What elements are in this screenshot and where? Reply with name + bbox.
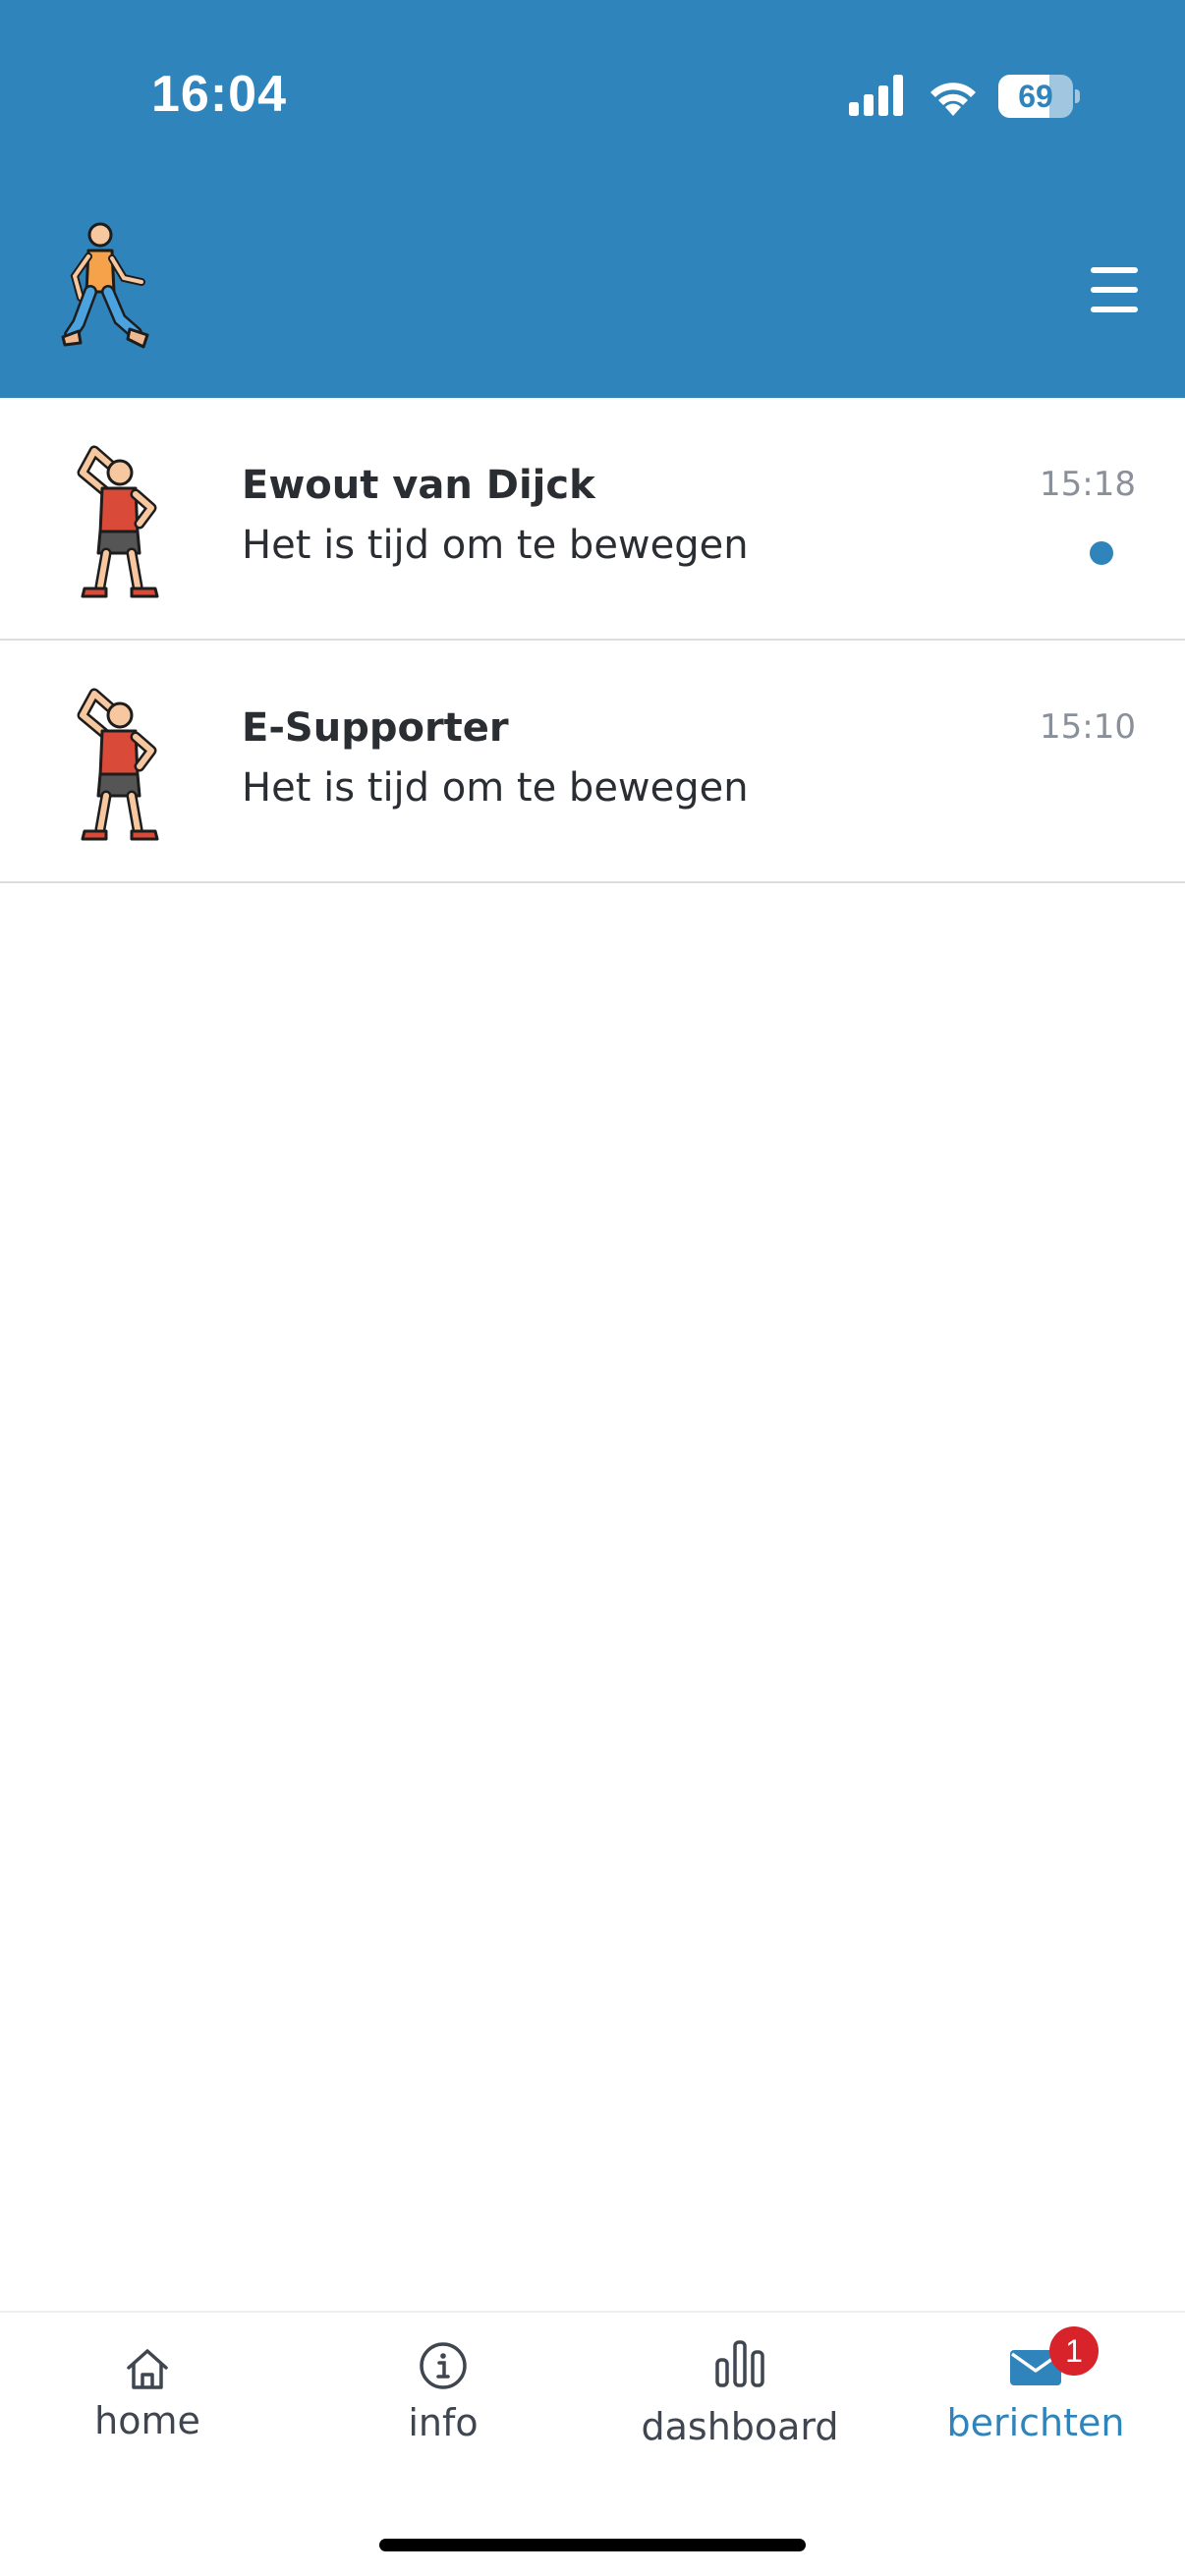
message-sender: Ewout van Dijck (242, 463, 595, 508)
menu-line (1091, 267, 1138, 273)
nav-label-home: home (94, 2399, 200, 2442)
message-preview: Het is tijd om te bewegen (242, 765, 749, 811)
battery-indicator: 69 (998, 75, 1080, 118)
bottom-navigation: home info dashboard 1 berichten (0, 2311, 1185, 2576)
menu-line (1091, 287, 1138, 293)
nav-item-berichten[interactable]: 1 berichten (888, 2313, 1183, 2480)
bar-chart-icon (715, 2340, 764, 2387)
stretching-person-icon (77, 445, 159, 598)
battery-body: 69 (998, 75, 1073, 118)
message-item[interactable]: E-Supporter Het is tijd om te bewegen 15… (0, 641, 1185, 883)
nav-label-dashboard: dashboard (641, 2405, 839, 2448)
message-sender: E-Supporter (242, 705, 509, 751)
message-list: Ewout van Dijck Het is tijd om te bewege… (0, 398, 1185, 883)
nav-item-info[interactable]: info (296, 2313, 591, 2480)
header-bar: 16:04 69 (0, 0, 1185, 398)
message-item[interactable]: Ewout van Dijck Het is tijd om te bewege… (0, 398, 1185, 641)
nav-label-info: info (408, 2401, 479, 2444)
nav-label-berichten: berichten (946, 2401, 1125, 2444)
unread-count-badge: 1 (1049, 2326, 1099, 2376)
message-time: 15:18 (1040, 465, 1136, 504)
walking-person-logo[interactable] (61, 221, 155, 355)
hamburger-menu-icon[interactable] (1081, 263, 1150, 316)
cellular-signal-icon (849, 75, 903, 116)
nav-item-dashboard[interactable]: dashboard (592, 2313, 887, 2480)
stretching-person-icon (77, 688, 159, 841)
status-time: 16:04 (151, 66, 287, 123)
message-time: 15:10 (1040, 707, 1136, 747)
info-icon (420, 2342, 467, 2389)
home-icon (127, 2349, 168, 2389)
unread-indicator (1090, 541, 1113, 565)
messages-screen: 16:04 69 Ewout van Dijck Het is tijd om … (0, 0, 1185, 2576)
battery-tip (1075, 89, 1080, 103)
wifi-icon (931, 83, 976, 116)
nav-item-home[interactable]: home (0, 2313, 295, 2480)
home-indicator-bar (379, 2539, 806, 2551)
menu-line (1091, 307, 1138, 312)
message-preview: Het is tijd om te bewegen (242, 523, 749, 568)
battery-level: 69 (1018, 79, 1053, 114)
